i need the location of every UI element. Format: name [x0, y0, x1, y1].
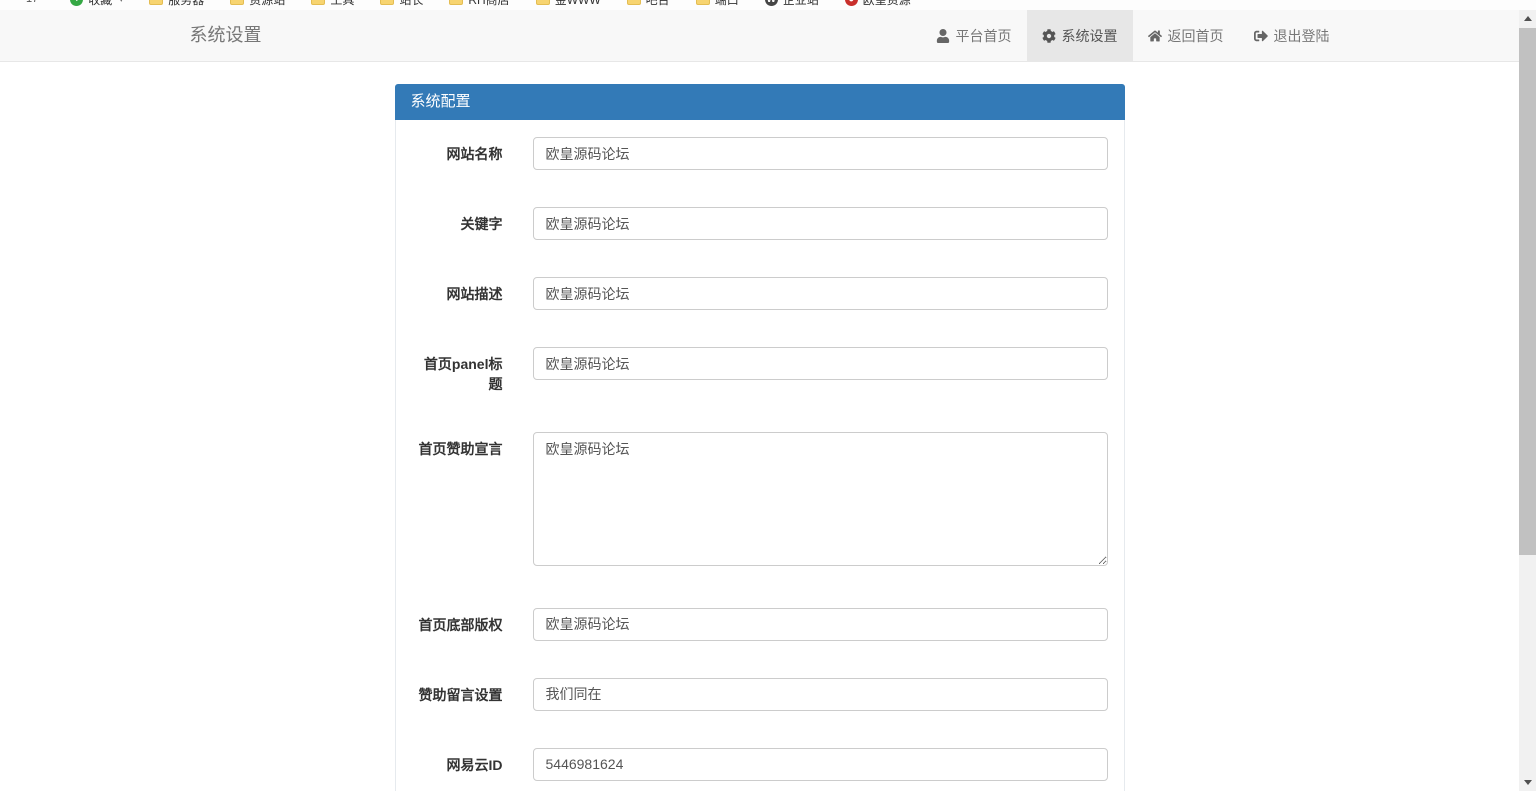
field-label: 首页赞助宣言: [411, 432, 503, 571]
gear-icon: [1042, 29, 1056, 43]
field-label: 网站名称: [411, 137, 503, 170]
bookmark-item[interactable]: 资源站: [230, 0, 285, 8]
field-input[interactable]: 欧皇源码论坛: [533, 432, 1108, 566]
scroll-down-arrow[interactable]: [1519, 774, 1536, 791]
navbar-menu: 平台首页 系统设置 返回首页 退出登陆: [921, 10, 1345, 61]
bookmark-label: 站长: [399, 0, 423, 8]
bookmark-item[interactable]: 端口: [696, 0, 739, 8]
field-label: 首页panel标题: [411, 347, 503, 395]
bookmark-item[interactable]: 工具: [311, 0, 354, 8]
field-input[interactable]: [533, 137, 1108, 170]
form-row: 关键字: [411, 207, 1108, 240]
form-row: 首页panel标题: [411, 347, 1108, 395]
bookmark-label: 端口: [715, 0, 739, 8]
field-control: [533, 748, 1108, 781]
bookmark-label: 企业站: [783, 0, 819, 8]
bookmark-label: 吧台: [646, 0, 670, 8]
scroll-up-arrow[interactable]: [1519, 10, 1536, 27]
bookmark-item[interactable]: ● 欧皇资源: [845, 0, 911, 8]
field-input[interactable]: [533, 207, 1108, 240]
panel-heading: 系统配置: [395, 84, 1125, 120]
bookmark-label: RH商店: [468, 0, 509, 8]
field-control: [533, 277, 1108, 310]
system-config-form: 网站名称关键字网站描述首页panel标题首页赞助宣言欧皇源码论坛首页底部版权赞助…: [396, 120, 1124, 791]
nav-item-gear[interactable]: 系统设置: [1027, 10, 1133, 61]
bookmark-item[interactable]: 金WWW: [536, 0, 601, 8]
form-row: 首页赞助宣言欧皇源码论坛: [411, 432, 1108, 571]
bookmark-item[interactable]: W 企业站: [765, 0, 819, 8]
field-control: 欧皇源码论坛: [533, 432, 1108, 571]
wordpress-icon: W: [765, 0, 778, 6]
system-config-panel: 系统配置 网站名称关键字网站描述首页panel标题首页赞助宣言欧皇源码论坛首页底…: [395, 84, 1125, 791]
nav-item-logout[interactable]: 退出登陆: [1239, 10, 1345, 61]
bookmark-label: 服务器: [168, 0, 204, 8]
bookmark-label: 金WWW: [555, 0, 601, 8]
nav-item-user[interactable]: 平台首页: [921, 10, 1027, 61]
main-content: 系统配置 网站名称关键字网站描述首页panel标题首页赞助宣言欧皇源码论坛首页底…: [0, 62, 1519, 791]
folder-icon: [230, 0, 244, 5]
field-control: [533, 608, 1108, 641]
field-control: [533, 207, 1108, 240]
top-navbar: 系统设置 平台首页 系统设置 返回首页 退出登陆: [0, 10, 1519, 62]
field-input[interactable]: [533, 608, 1108, 641]
scrollbar-thumb[interactable]: [1519, 28, 1536, 555]
folder-icon: [380, 0, 394, 5]
folder-icon: [627, 0, 641, 5]
field-label: 网站描述: [411, 277, 503, 310]
bookmark-label: 资源站: [249, 0, 285, 8]
nav-item-label: 退出登陆: [1274, 26, 1330, 46]
caret-down-icon: ▾: [119, 0, 123, 4]
bookmark-item[interactable]: + 收藏 ▾: [70, 0, 123, 8]
folder-icon: [536, 0, 550, 5]
field-input[interactable]: [533, 277, 1108, 310]
logout-icon: [1254, 29, 1268, 43]
bookmark-item[interactable]: 站长: [380, 0, 423, 8]
field-label: 首页底部版权: [411, 608, 503, 641]
browser-bookmarks-bar: 17 + 收藏 ▾ 服务器 资源站 工具 站长 RH商店 金WWW 吧台 端口 W 企业站 ● 欧皇资源: [0, 0, 1536, 10]
bookmark-item[interactable]: RH商店: [449, 0, 509, 8]
field-input[interactable]: [533, 748, 1108, 781]
home-icon: [1148, 29, 1162, 43]
field-control: [533, 678, 1108, 711]
field-control: [533, 137, 1108, 170]
field-input[interactable]: [533, 347, 1108, 380]
folder-icon: [149, 0, 163, 5]
vertical-scrollbar[interactable]: [1519, 10, 1536, 791]
red-globe-icon: ●: [845, 0, 858, 6]
form-row: 网站名称: [411, 137, 1108, 170]
bookmark-label: 工具: [330, 0, 354, 8]
browser-tab-fragment: 17: [26, 0, 38, 5]
field-label: 赞助留言设置: [411, 678, 503, 711]
user-icon: [936, 29, 950, 43]
nav-item-label: 平台首页: [956, 26, 1012, 46]
form-row: 首页底部版权: [411, 608, 1108, 641]
form-row: 网易云ID: [411, 748, 1108, 781]
field-label: 网易云ID: [411, 748, 503, 781]
folder-icon: [449, 0, 463, 5]
nav-item-label: 系统设置: [1062, 26, 1118, 46]
page-title: 系统设置: [175, 10, 262, 61]
nav-item-label: 返回首页: [1168, 26, 1224, 46]
bookmark-item[interactable]: 吧台: [627, 0, 670, 8]
folder-icon: [311, 0, 325, 5]
bookmark-item[interactable]: 服务器: [149, 0, 204, 8]
field-input[interactable]: [533, 678, 1108, 711]
nav-item-home[interactable]: 返回首页: [1133, 10, 1239, 61]
bookmark-label: 欧皇资源: [863, 0, 911, 8]
bookmark-add-icon: +: [70, 0, 83, 6]
form-row: 网站描述: [411, 277, 1108, 310]
field-label: 关键字: [411, 207, 503, 240]
folder-icon: [696, 0, 710, 5]
form-row: 赞助留言设置: [411, 678, 1108, 711]
bookmark-label: 收藏: [88, 0, 112, 8]
field-control: [533, 347, 1108, 395]
